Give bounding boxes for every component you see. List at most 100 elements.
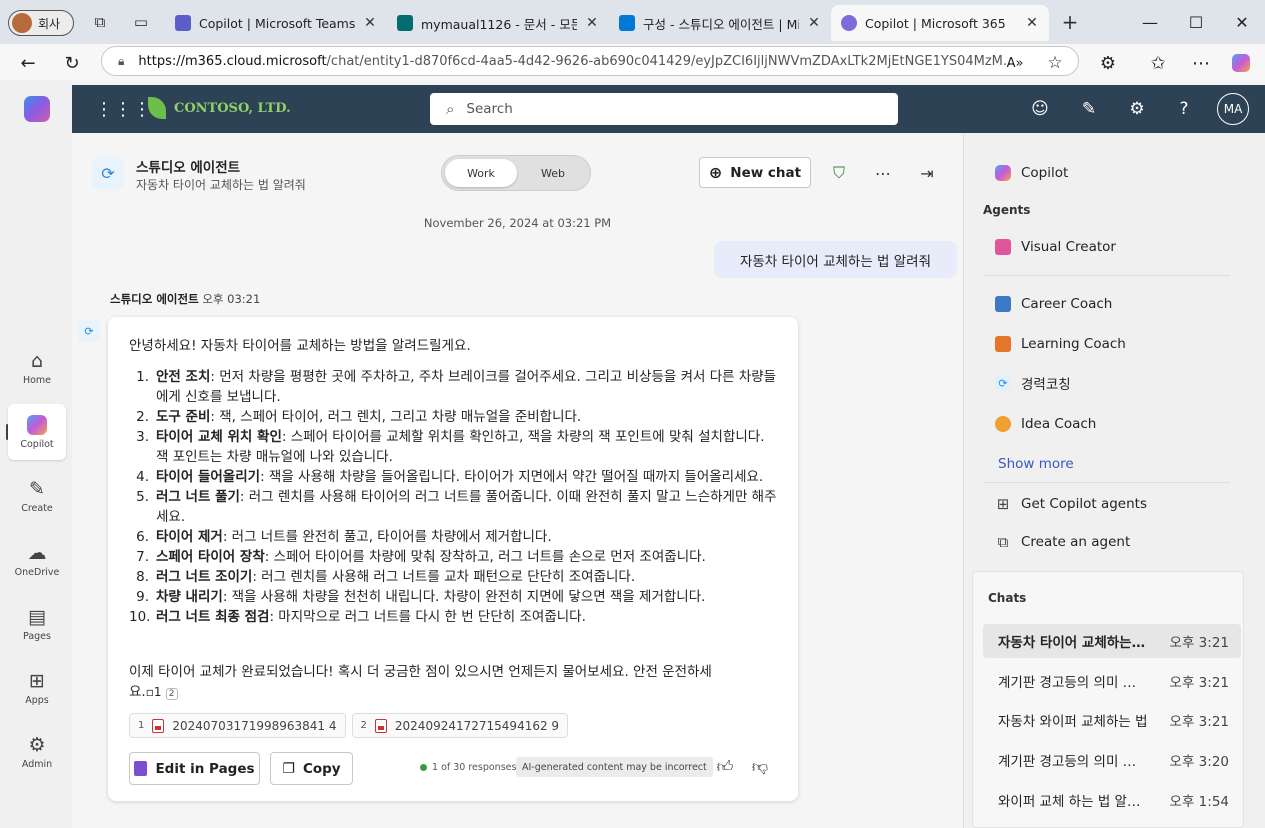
admin-icon: ⚙︎ <box>28 733 46 756</box>
search-box[interactable]: ⌕ Search <box>430 93 898 125</box>
citation-ref-2[interactable]: 2 <box>165 688 178 700</box>
pages-icon: ▤ <box>28 605 46 628</box>
feedback-smiley-icon[interactable]: ☺ <box>1028 97 1052 121</box>
favorites-icon[interactable]: ✩ <box>1145 50 1171 76</box>
list-item: 9. 차량 내리기: 잭을 사용해 차량을 천천히 내립니다. 차량이 완전히 지… <box>136 589 706 605</box>
maximize-icon[interactable]: ☐ <box>1182 10 1210 34</box>
shield-check-icon[interactable]: ⛉ <box>827 161 851 185</box>
extensions-icon[interactable]: ⚙︎ <box>1095 50 1121 76</box>
browser-tab-sharepoint[interactable]: mymaual1126 - 문서 - 모든 폴더 ✕ <box>387 5 609 41</box>
toggle-web[interactable]: Web <box>517 159 589 187</box>
toggle-work[interactable]: Work <box>445 159 517 187</box>
briefcase-icon <box>995 296 1011 312</box>
rail-onedrive[interactable]: ☁︎ OneDrive <box>8 532 66 588</box>
address-bar-row: ← ↻ 🔒︎ https://m365.cloud.microsoft/chat… <box>0 44 1265 80</box>
pen-icon: ✎ <box>29 477 45 500</box>
copy-button[interactable]: ❐ Copy <box>270 752 353 785</box>
new-chat-button[interactable]: ⊕ New chat <box>699 157 811 188</box>
whats-new-icon[interactable]: ✎ <box>1077 97 1101 121</box>
back-icon[interactable]: ← <box>15 50 41 76</box>
tab-actions-icon[interactable]: ▭ <box>131 12 151 32</box>
broken-image-icon: ▫ <box>145 685 154 699</box>
copilot-icon <box>27 414 47 435</box>
user-avatar[interactable]: MA <box>1217 93 1249 125</box>
more-icon[interactable]: ⋯ <box>1188 50 1214 76</box>
side-panel-icon[interactable]: ⇥ <box>915 161 939 185</box>
copilot-nav-item[interactable]: Copilot <box>995 159 1068 187</box>
chat-history-item[interactable]: 계기판 경고등의 의미 알려줘 오후 3:21 <box>983 664 1241 698</box>
chats-heading: Chats <box>988 591 1027 605</box>
minimize-icon[interactable]: — <box>1136 10 1164 34</box>
rail-apps[interactable]: ⊞ Apps <box>8 660 66 716</box>
agent-career-coach[interactable]: Career Coach <box>995 290 1112 318</box>
rail-home[interactable]: ⌂ Home <box>8 340 66 396</box>
create-agent[interactable]: ⧉ Create an agent <box>995 528 1131 556</box>
pages-icon <box>134 761 148 776</box>
chat-history-item[interactable]: 와이퍼 교체 하는 법 알려줘 오후 1:54 <box>983 783 1241 817</box>
close-tab-icon[interactable]: ✕ <box>807 15 821 31</box>
browser-tab-studio[interactable]: 구성 - 스튜디오 에이전트 | Microsoft ✕ <box>609 5 831 41</box>
list-item: 3. 타이어 교체 위치 확인: 스페어 타이어를 교체할 위치를 확인하고, 잭… <box>136 429 765 465</box>
rail-pages[interactable]: ▤ Pages <box>8 596 66 652</box>
copilot-studio-icon <box>619 15 635 31</box>
settings-gear-icon[interactable]: ⚙︎ <box>1125 97 1149 121</box>
chat-history-item[interactable]: 자동차 와이퍼 교체하는 법 오후 3:21 <box>983 703 1241 737</box>
divider <box>984 482 1230 483</box>
browser-tab-copilot[interactable]: Copilot | Microsoft 365 ✕ <box>831 5 1049 41</box>
browser-tab-bar: 회사 ⧉ ▭ Copilot | Microsoft Teams ✕ mymau… <box>0 0 1265 44</box>
chat-history-item[interactable]: 계기판 경고등의 의미 알려줘 오후 3:20 <box>983 743 1241 777</box>
home-icon: ⌂ <box>30 349 44 372</box>
app-launcher-icon[interactable]: ⋮⋮⋮ <box>95 99 152 120</box>
get-copilot-agents[interactable]: ⊞ Get Copilot agents <box>995 490 1147 518</box>
citation-ref-1[interactable]: 1 <box>154 685 162 699</box>
more-options-icon[interactable]: ⋯ <box>871 161 895 185</box>
url-field[interactable]: 🔒︎ https://m365.cloud.microsoft/chat/ent… <box>101 46 1079 76</box>
status-dot-icon <box>420 764 427 771</box>
agent-career-coaching-kr[interactable]: ⟳ 경력코칭 <box>995 369 1071 397</box>
profile-button[interactable]: 회사 <box>8 10 74 36</box>
rail-create[interactable]: ✎ Create <box>8 468 66 524</box>
edit-in-pages-button[interactable]: Edit in Pages <box>129 752 260 785</box>
citation-chip[interactable]: 1 20240703171998963841 4 <box>129 713 346 738</box>
copilot-browser-icon[interactable] <box>1228 50 1254 76</box>
workspaces-icon[interactable]: ⧉ <box>90 12 110 32</box>
agent-subtitle: 자동차 타이어 교체하는 법 알려줘 <box>136 178 306 192</box>
refresh-icon[interactable]: ↻ <box>59 50 85 76</box>
read-aloud-icon[interactable]: A» <box>1002 50 1028 76</box>
thumbs-up-icon[interactable]: 👍︎ <box>713 755 737 779</box>
browser-tab-teams[interactable]: Copilot | Microsoft Teams ✕ <box>165 5 387 41</box>
url-path: /chat/entity1-d870f6cd-4aa5-4d42-9626-ab… <box>326 53 1016 69</box>
m365-logo-icon[interactable] <box>24 96 50 122</box>
agent-visual-creator[interactable]: Visual Creator <box>995 233 1116 261</box>
apps-grid-icon: ⊞ <box>996 495 1010 513</box>
sharepoint-icon <box>397 15 413 31</box>
chat-history-item[interactable]: 자동차 타이어 교체하는 법 알려줘 오후 3:21 <box>983 624 1241 658</box>
favorite-star-icon[interactable]: ☆ <box>1042 50 1068 76</box>
show-more-link[interactable]: Show more <box>998 450 1074 478</box>
list-item: 10. 러그 너트 최종 점검: 마지막으로 러그 너트를 다시 한 번 단단히 … <box>129 609 586 625</box>
lock-icon: 🔒︎ <box>118 53 125 68</box>
profile-label: 회사 <box>38 16 61 31</box>
steps-list: 1. 안전 조치: 먼저 차량을 평평한 곳에 주차하고, 주차 브레이크를 걸어… <box>129 367 779 627</box>
rail-admin[interactable]: ⚙︎ Admin <box>8 724 66 780</box>
thumbs-down-icon[interactable]: 👎︎ <box>748 755 772 779</box>
close-tab-icon[interactable]: ✕ <box>363 15 377 31</box>
agent-idea-coach[interactable]: Idea Coach <box>995 410 1096 438</box>
close-tab-icon[interactable]: ✕ <box>1025 15 1039 31</box>
app-header: ⋮⋮⋮ CONTOSO, LTD. ⌕ Search ☺ ✎ ⚙︎ ? MA <box>72 85 1265 133</box>
close-tab-icon[interactable]: ✕ <box>585 15 599 31</box>
conversation-date: November 26, 2024 at 03:21 PM <box>423 216 612 230</box>
close-window-icon[interactable]: ✕ <box>1228 10 1256 34</box>
cloud-icon: ☁︎ <box>27 541 47 564</box>
work-web-toggle[interactable]: Work Web <box>441 155 591 191</box>
citation-list: 1 20240703171998963841 4 2 2024092417271… <box>129 713 569 738</box>
agent-learning-coach[interactable]: Learning Coach <box>995 330 1126 358</box>
new-tab-icon[interactable]: + <box>1060 10 1080 34</box>
help-icon[interactable]: ? <box>1172 97 1196 121</box>
apps-icon: ⊞ <box>29 669 45 692</box>
rail-copilot[interactable]: Copilot <box>8 404 66 460</box>
citation-chip[interactable]: 2 20240924172715494162 9 <box>351 713 569 738</box>
user-message: 자동차 타이어 교체하는 법 알려줘 <box>714 241 957 278</box>
org-logo[interactable]: CONTOSO, LTD. <box>148 97 291 119</box>
copy-icon: ❐ <box>282 760 295 777</box>
